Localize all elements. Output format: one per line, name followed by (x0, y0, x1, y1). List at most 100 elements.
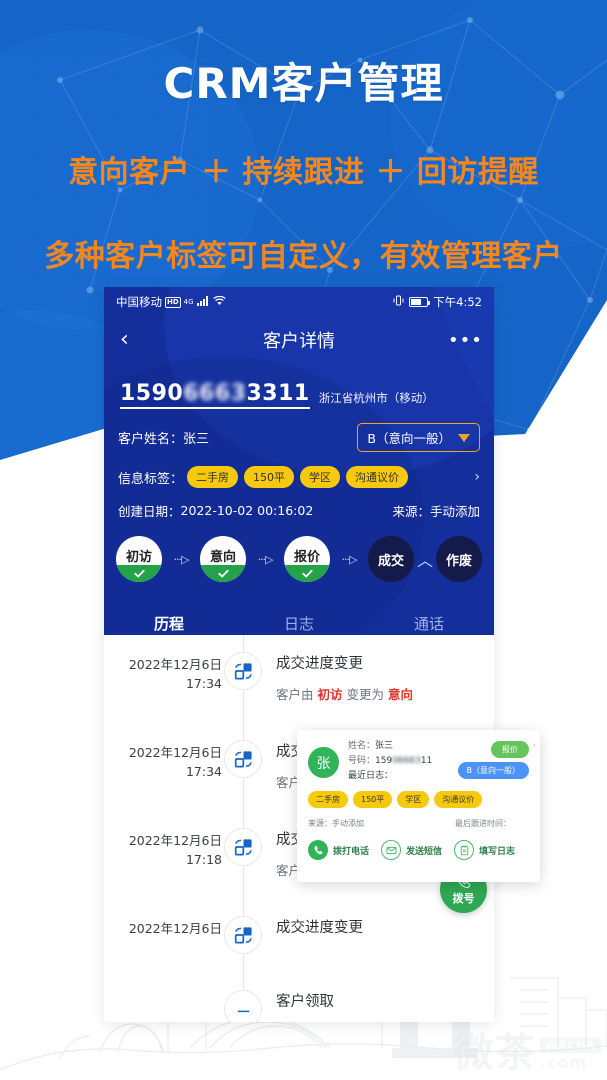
timeline-title: 成交进度变更 (276, 920, 363, 936)
card-tag-list: 二手房 150平 学区 沟通议价 (308, 791, 529, 808)
tag-pill[interactable]: 沟通议价 (434, 791, 483, 808)
timeline-content: 客户领取 (264, 987, 494, 1022)
grade-badge: B（意向一般） (457, 762, 529, 779)
tag-list: 二手房 150平 学区 沟通议价 (187, 466, 409, 488)
app-header-region: 中国移动 HD 4G 下午4:52 ‹ 客户详情 ••• 15906663331… (104, 287, 494, 635)
progress-change-icon (224, 916, 262, 954)
hero-subtitle-1: 意向客户 ＋ 持续跟进 ＋ 回访提醒 (68, 155, 539, 190)
carrier-label: 中国移动 (116, 295, 162, 309)
watermark-cn: 微茶 (452, 1030, 537, 1076)
customer-meta-row: 创建日期： 2022-10-02 00:16:02 来源： 手动添加 (104, 501, 494, 520)
card-last-follow-label: 最后跟进时间： (455, 819, 511, 828)
chevron-right-icon[interactable]: › (474, 469, 480, 485)
card-recent-log-label: 最近日志： (348, 771, 394, 781)
tag-pill[interactable]: 150平 (353, 791, 393, 808)
card-source: 来源：手动添加 (308, 819, 364, 828)
created-label: 创建日期： (118, 504, 181, 519)
tag-pill[interactable]: 学区 (397, 791, 430, 808)
card-number-line: 号码：1590666311 (348, 756, 433, 766)
card-meta-row: 来源：手动添加 最后跟进时间： (308, 818, 529, 829)
page-title: CRM客户管理 (163, 59, 444, 108)
watermark-tag: WXCHA (539, 1038, 601, 1053)
timeline-date: 2022年12月6日 (128, 921, 222, 936)
tag-pill[interactable]: 150平 (244, 466, 295, 488)
signal-bars-icon (196, 295, 210, 309)
timeline-item[interactable]: 2022年12月6日 成交进度变更 (104, 913, 494, 954)
timeline-content: 成交进度变更 (264, 913, 494, 954)
progress-change-icon (224, 828, 262, 866)
step-yixiang[interactable]: 意向 (200, 536, 246, 582)
timeline-content: 成交进度变更 客户由 初访 变更为 意向 (264, 649, 494, 703)
customer-phone-row: 159066633311 浙江省杭州市（移动） (104, 363, 494, 409)
clipboard-icon (454, 840, 475, 860)
card-actions: 拨打电话 发送短信 填写日志 (308, 840, 529, 860)
customer-phone-number[interactable]: 159066633311 (120, 381, 310, 409)
chevron-right-icon[interactable]: › (532, 740, 536, 751)
status-badge: 报价 (491, 741, 529, 758)
step-chufang[interactable]: 初访 (116, 536, 162, 582)
tags-label: 信息标签： (118, 471, 184, 487)
watermark-domain: .com (539, 1053, 588, 1072)
timeline-item[interactable]: 2022年12月6日 17:34 成交进度变更 客户由 初访 变更为 意向 (104, 649, 494, 703)
step-zuofei[interactable]: 作废 (436, 536, 483, 582)
tab-tonghua[interactable]: 通话 (364, 602, 494, 635)
log-action-button[interactable]: 填写日志 (454, 840, 515, 860)
sms-action-button[interactable]: 发送短信 (381, 840, 442, 860)
timeline-node (222, 649, 264, 703)
card-top-row: 张 姓名：张三 号码：1590666311 最近日志： 报价 B（意向一般） (308, 739, 529, 784)
created-value: 2022-10-02 00:16:02 (180, 503, 314, 518)
step-chengjiao[interactable]: 成交 (368, 536, 414, 582)
phone-location-label: 浙江省杭州市（移动） (318, 391, 434, 405)
timeline-item[interactable]: 客户领取 (104, 987, 494, 1022)
customer-name-value: 张三 (183, 432, 210, 447)
timeline-date: 2022年12月6日 17:18 (128, 833, 222, 867)
timeline-date (104, 987, 222, 1022)
timeline-node (222, 987, 264, 1022)
timeline-node (222, 825, 264, 879)
phone-icon (308, 840, 328, 860)
customer-quick-card[interactable]: › 张 姓名：张三 号码：1590666311 最近日志： 报价 B（意向一般）… (297, 730, 540, 882)
hero-subtitle-2: 多种客户标签可自定义，有效管理客户 (44, 239, 563, 274)
timeline-date: 2022年12月6日 17:34 (128, 657, 222, 691)
timeline-node (222, 913, 264, 954)
tab-licheng[interactable]: 历程 (104, 602, 234, 635)
clock-label: 下午4:52 (433, 295, 482, 309)
app-tabs: 历程 日志 通话 (104, 602, 494, 635)
chevron-up-icon[interactable]: ︿ (414, 547, 436, 571)
progress-steps: 初访 ···▷ 意向 ···▷ 报价 ···▷ 成交 ︿ 作废 (104, 536, 494, 582)
timeline-date: 2022年12月6日 17:34 (128, 745, 222, 779)
avatar: 张 (308, 747, 339, 778)
check-icon (200, 565, 246, 582)
tag-pill[interactable]: 沟通议价 (346, 466, 409, 488)
grade-dropdown[interactable]: B（意向一般） (357, 423, 480, 452)
customer-tags-row: 信息标签： 二手房 150平 学区 沟通议价 › (104, 466, 494, 488)
step-baojia[interactable]: 报价 (284, 536, 330, 582)
source-value: 手动添加 (429, 504, 480, 519)
tag-pill[interactable]: 二手房 (308, 791, 348, 808)
app-navbar: ‹ 客户详情 ••• (104, 317, 494, 363)
chevron-down-icon (458, 433, 470, 442)
tab-rizhi[interactable]: 日志 (234, 602, 364, 635)
battery-icon (409, 297, 431, 307)
step-connector: ···▷ (341, 552, 358, 566)
tag-pill[interactable]: 学区 (300, 466, 341, 488)
call-action-button[interactable]: 拨打电话 (308, 840, 369, 860)
chevron-left-icon[interactable]: ‹ (120, 329, 150, 351)
step-connector: ···▷ (173, 552, 190, 566)
watermark: 微茶 WXCHA .com (452, 1030, 601, 1076)
timeline-node (222, 737, 264, 791)
vibrate-icon (393, 295, 404, 309)
hd-badge-icon: HD (165, 296, 181, 308)
card-name-line: 姓名：张三 (348, 741, 394, 751)
timeline-desc: 客户由 初访 变更为 意向 (276, 687, 413, 702)
progress-change-icon (224, 740, 262, 778)
step-connector: ···▷ (257, 552, 274, 566)
ellipsis-icon[interactable]: ••• (448, 330, 482, 351)
sms-action-label: 发送短信 (406, 846, 443, 857)
wifi-icon (212, 295, 226, 309)
log-action-label: 填写日志 (479, 846, 516, 857)
source-label: 来源： (392, 504, 430, 519)
tag-pill[interactable]: 二手房 (187, 466, 239, 488)
receive-icon (224, 990, 262, 1022)
message-icon (381, 840, 402, 860)
